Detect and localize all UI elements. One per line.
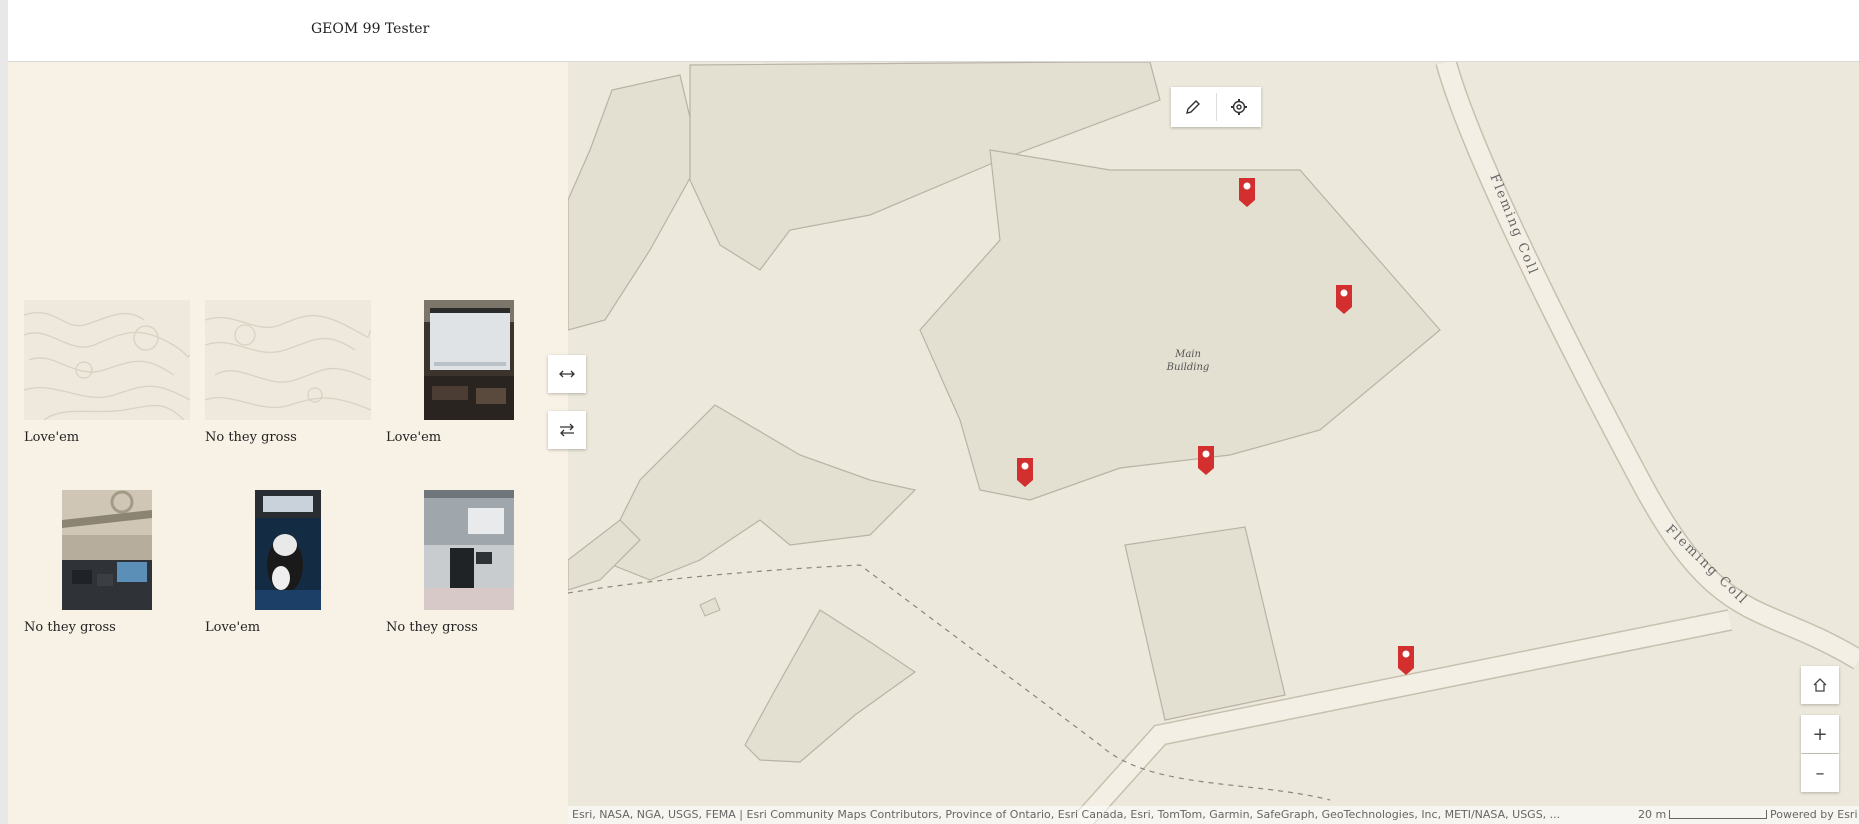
gallery-caption: No they gross [386,620,478,635]
powered-by-link[interactable]: Powered by Esri [1770,808,1858,821]
gallery-card[interactable]: Love'em [205,490,371,635]
gallery-card[interactable]: Love'em [386,300,552,445]
zoom-in-button[interactable]: + [1801,715,1839,753]
basemap: Main Building Fleming Coll Fleming Coll [568,62,1859,824]
gallery-card[interactable]: No they gross [24,490,190,635]
settings-button[interactable] [1216,87,1261,127]
map-marker-icon[interactable] [1237,176,1257,208]
gallery-panel: Love'em No they gross Love'em No they gr… [8,62,568,824]
horizontal-arrows-icon [559,370,575,378]
building-label-line2: Building [1166,362,1210,373]
gallery-thumbnail[interactable] [386,490,552,610]
map-marker-icon[interactable] [1015,456,1035,488]
gallery-caption: Love'em [386,430,442,445]
gear-icon [1230,99,1247,115]
gallery-caption: Love'em [24,430,80,445]
classroom-ceiling-photo [62,490,152,610]
gallery-thumbnail[interactable] [205,300,371,420]
topographic-placeholder-image [205,300,371,420]
left-edge-strip [0,0,8,824]
app-window: GEOM 99 Tester Love'em No they gross Lov… [0,0,1859,824]
zoom-out-button[interactable]: – [1801,754,1839,792]
pencil-icon [1186,100,1201,114]
gallery-caption: No they gross [205,430,297,445]
building-label-line1: Main [1174,349,1201,360]
map-marker-icon[interactable] [1196,444,1216,476]
gallery-caption: Love'em [205,620,261,635]
swap-arrows-icon [560,423,574,437]
expand-horizontal-button[interactable] [548,355,586,393]
gallery-thumbnail[interactable] [386,300,552,420]
scale-label: 20 m [1638,808,1667,821]
projector-screen-photo [424,300,514,420]
app-header: GEOM 99 Tester [8,0,1859,62]
topographic-placeholder-image [24,300,190,420]
map-marker-icon[interactable] [1396,644,1416,676]
app-title: GEOM 99 Tester [311,21,430,37]
cat-in-car-photo [255,490,321,610]
gallery-card[interactable]: Love'em [24,300,190,445]
gallery-thumbnail[interactable] [24,490,190,610]
gallery-card[interactable]: No they gross [386,490,552,635]
gallery-thumbnail[interactable] [24,300,190,420]
map-view[interactable]: Main Building Fleming Coll Fleming Coll [568,62,1859,824]
map-toolbar [1171,87,1261,127]
gallery-caption: No they gross [24,620,116,635]
gallery-thumbnail[interactable] [205,490,371,610]
gallery-card[interactable]: No they gross [205,300,371,445]
home-button[interactable] [1801,666,1839,704]
home-icon [1813,678,1827,692]
attribution-text[interactable]: Esri, NASA, NGA, USGS, FEMA | Esri Commu… [572,808,1560,821]
scale-bar [1669,810,1767,819]
map-marker-icon[interactable] [1334,283,1354,315]
attribution-bar: Esri, NASA, NGA, USGS, FEMA | Esri Commu… [568,806,1859,824]
swap-panels-button[interactable] [548,411,586,449]
lecture-room-photo [424,490,514,610]
edit-button[interactable] [1171,87,1216,127]
